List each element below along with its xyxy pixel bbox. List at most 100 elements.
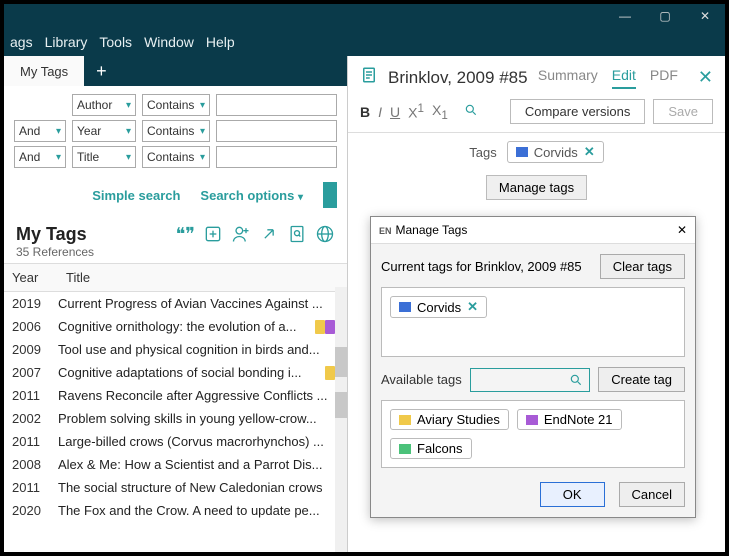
- cell-title: Tool use and physical cognition in birds…: [58, 342, 335, 357]
- dialog-close-icon[interactable]: ✕: [677, 223, 687, 237]
- remove-tag-icon[interactable]: ✕: [584, 144, 595, 160]
- search-handle[interactable]: [323, 182, 337, 208]
- minimize-button[interactable]: —: [605, 9, 645, 23]
- web-icon[interactable]: [315, 224, 335, 249]
- tag-dot-icon: [315, 320, 325, 334]
- field-dropdown[interactable]: Author▾: [72, 94, 136, 116]
- table-row[interactable]: 2011Ravens Reconcile after Aggressive Co…: [4, 384, 347, 407]
- table-row[interactable]: 2008Alex & Me: How a Scientist and a Par…: [4, 453, 347, 476]
- export-icon[interactable]: [287, 224, 307, 249]
- group-title: My Tags: [16, 224, 94, 245]
- maximize-button[interactable]: ▢: [645, 9, 685, 23]
- cell-year: 2020: [12, 503, 58, 518]
- cancel-button[interactable]: Cancel: [619, 482, 685, 507]
- table-row[interactable]: 2002Problem solving skills in young yell…: [4, 407, 347, 430]
- cell-title: Ravens Reconcile after Aggressive Confli…: [58, 388, 335, 403]
- chevron-down-icon: ▾: [56, 126, 61, 137]
- italic-button[interactable]: I: [378, 104, 382, 120]
- tab-add[interactable]: +: [84, 56, 119, 86]
- operator-dropdown[interactable]: And▾: [14, 120, 66, 142]
- menu-help[interactable]: Help: [206, 34, 235, 50]
- menu-library[interactable]: Library: [45, 34, 88, 50]
- operator-dropdown[interactable]: And▾: [14, 146, 66, 168]
- field-dropdown[interactable]: Title▾: [72, 146, 136, 168]
- close-window-button[interactable]: ✕: [685, 9, 725, 23]
- share-icon[interactable]: [259, 224, 279, 249]
- tag-chip-corvids[interactable]: Corvids✕: [507, 141, 604, 163]
- superscript-button[interactable]: X1: [408, 102, 424, 121]
- search-options-link[interactable]: Search options ▾: [200, 188, 303, 203]
- cell-year: 2011: [12, 388, 58, 403]
- add-person-icon[interactable]: [231, 224, 251, 249]
- tag-chip-falcons[interactable]: Falcons: [390, 438, 472, 459]
- search-value-input[interactable]: [216, 94, 337, 116]
- manage-tags-dialog: ENManage Tags ✕ Current tags for Brinklo…: [370, 216, 696, 518]
- menu-bar: ags Library Tools Window Help: [4, 28, 725, 56]
- tag-chip-endnote-21[interactable]: EndNote 21: [517, 409, 622, 430]
- ok-button[interactable]: OK: [540, 482, 605, 507]
- cell-year: 2009: [12, 342, 58, 357]
- underline-button[interactable]: U: [390, 104, 400, 120]
- tab-summary[interactable]: Summary: [538, 67, 598, 89]
- condition-dropdown[interactable]: Contains▾: [142, 94, 210, 116]
- table-row[interactable]: 2019Current Progress of Avian Vaccines A…: [4, 292, 347, 315]
- tag-color-icon: [516, 147, 528, 157]
- tag-chip-aviary-studies[interactable]: Aviary Studies: [390, 409, 509, 430]
- close-panel-icon[interactable]: ✕: [698, 67, 713, 88]
- cell-year: 2008: [12, 457, 58, 472]
- chevron-down-icon: ▾: [126, 126, 131, 137]
- chevron-down-icon: ▾: [200, 126, 205, 137]
- create-tag-button[interactable]: Create tag: [598, 367, 685, 392]
- chevron-down-icon: ▾: [126, 100, 131, 111]
- field-dropdown[interactable]: Year▾: [72, 120, 136, 142]
- tab-edit[interactable]: Edit: [612, 67, 636, 89]
- tab-pdf[interactable]: PDF: [650, 67, 678, 89]
- condition-dropdown[interactable]: Contains▾: [142, 120, 210, 142]
- subscript-button[interactable]: X1: [432, 102, 448, 122]
- manage-tags-button[interactable]: Manage tags: [486, 175, 587, 200]
- table-row[interactable]: 2020The Fox and the Crow. A need to upda…: [4, 499, 347, 522]
- cell-year: 2002: [12, 411, 58, 426]
- cell-title: Current Progress of Avian Vaccines Again…: [58, 296, 335, 311]
- chevron-down-icon: ▾: [200, 152, 205, 163]
- add-reference-icon[interactable]: [203, 224, 223, 249]
- search-icon[interactable]: [464, 103, 478, 120]
- column-header-year[interactable]: Year: [4, 264, 58, 291]
- document-tabs: My Tags +: [4, 56, 347, 86]
- tag-chip-corvids[interactable]: Corvids✕: [390, 296, 487, 318]
- references-table: Year Title 2019Current Progress of Avian…: [4, 263, 347, 552]
- table-row[interactable]: 2011The social structure of New Caledoni…: [4, 476, 347, 499]
- tag-color-icon: [399, 444, 411, 454]
- search-value-input[interactable]: [216, 146, 337, 168]
- scrollbar-thumb[interactable]: [335, 392, 347, 418]
- quote-icon[interactable]: ❝❞: [176, 224, 195, 249]
- available-tags-label: Available tags: [381, 372, 462, 387]
- tab-my-tags[interactable]: My Tags: [4, 56, 84, 86]
- chevron-down-icon: ▾: [200, 100, 205, 111]
- menu-tools[interactable]: Tools: [99, 34, 132, 50]
- scrollbar-thumb[interactable]: [335, 347, 347, 377]
- menu-tags[interactable]: ags: [10, 34, 33, 50]
- table-row[interactable]: 2006Cognitive ornithology: the evolution…: [4, 315, 347, 338]
- simple-search-link[interactable]: Simple search: [92, 188, 180, 203]
- cell-title: Problem solving skills in young yellow-c…: [58, 411, 335, 426]
- cell-year: 2007: [12, 365, 58, 380]
- column-header-title[interactable]: Title: [58, 264, 347, 291]
- compare-versions-button[interactable]: Compare versions: [510, 99, 646, 124]
- save-button[interactable]: Save: [653, 99, 713, 124]
- tag-search-input[interactable]: [470, 368, 591, 392]
- available-tags-box: Aviary Studies EndNote 21 Falcons: [381, 400, 685, 468]
- menu-window[interactable]: Window: [144, 34, 194, 50]
- search-icon: [569, 373, 583, 387]
- clear-tags-button[interactable]: Clear tags: [600, 254, 685, 279]
- bold-button[interactable]: B: [360, 104, 370, 120]
- table-row[interactable]: 2009Tool use and physical cognition in b…: [4, 338, 347, 361]
- cell-title: The social structure of New Caledonian c…: [58, 480, 335, 495]
- remove-tag-icon[interactable]: ✕: [467, 299, 478, 315]
- condition-dropdown[interactable]: Contains▾: [142, 146, 210, 168]
- scrollbar-track[interactable]: [335, 287, 347, 552]
- table-row[interactable]: 2011Large-billed crows (Corvus macrorhyn…: [4, 430, 347, 453]
- search-value-input[interactable]: [216, 120, 337, 142]
- document-icon: [360, 66, 378, 89]
- table-row[interactable]: 2007Cognitive adaptations of social bond…: [4, 361, 347, 384]
